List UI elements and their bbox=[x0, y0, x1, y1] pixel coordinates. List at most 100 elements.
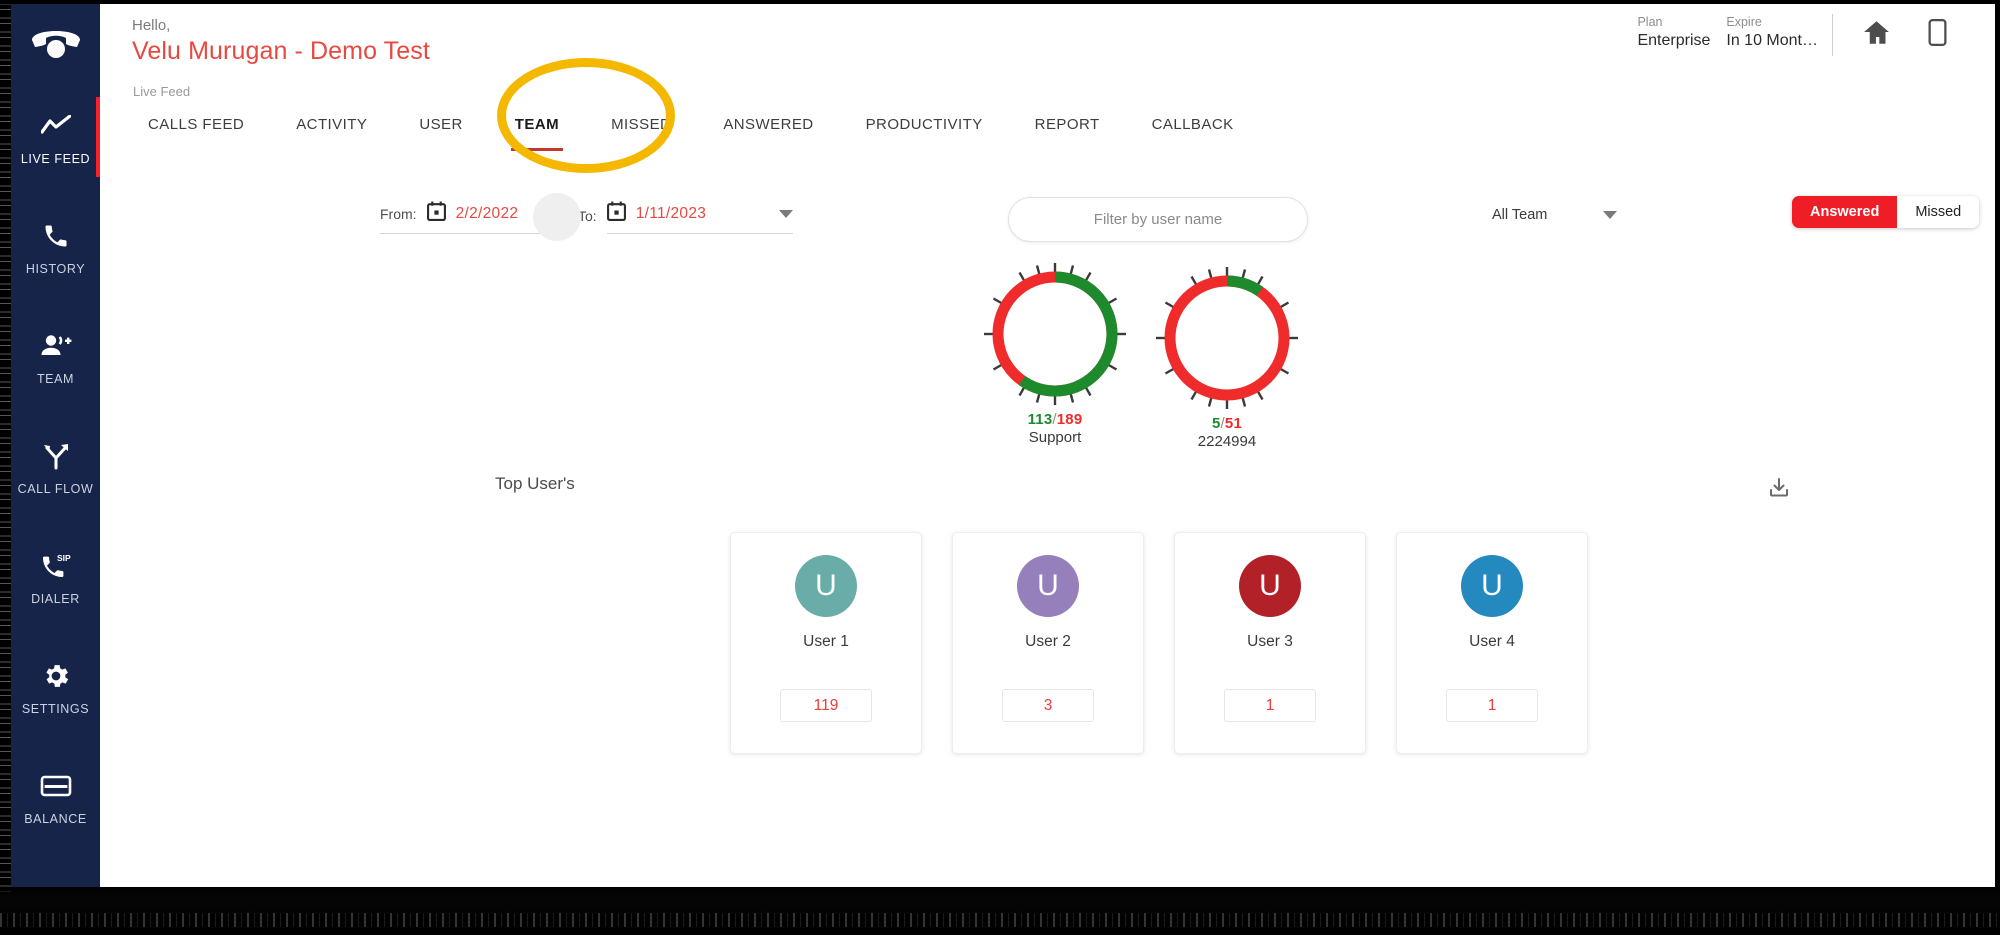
user-name: User 2 bbox=[1025, 633, 1071, 650]
user-call-count: 1 bbox=[1224, 689, 1316, 722]
avatar: U bbox=[1461, 555, 1523, 617]
chevron-down-icon[interactable] bbox=[1603, 211, 1618, 219]
user-name: User 4 bbox=[1469, 633, 1515, 650]
team-select-value: All Team bbox=[1492, 207, 1548, 223]
user-card[interactable]: U User 3 1 bbox=[1174, 532, 1366, 754]
user-name: User 1 bbox=[803, 633, 849, 650]
top-users-card-list: U User 1 119 U User 2 3 U User 3 1 U Use… bbox=[730, 532, 1588, 754]
sidebar-item-settings[interactable]: SETTINGS bbox=[11, 643, 100, 731]
screenshot-border-left bbox=[0, 0, 11, 935]
line-chart-icon bbox=[40, 109, 71, 143]
donut-title: Support bbox=[1028, 429, 1082, 446]
from-label: From: bbox=[380, 205, 417, 222]
add-people-icon bbox=[40, 329, 72, 363]
user-card[interactable]: U User 2 3 bbox=[952, 532, 1144, 754]
home-icon[interactable] bbox=[1863, 20, 1890, 50]
sidebar-item-label: DIALER bbox=[31, 591, 80, 606]
sidebar-item-call-flow[interactable]: CALL FLOW bbox=[11, 423, 100, 511]
tab-missed[interactable]: MISSED bbox=[585, 108, 697, 143]
donut-chart-group: 113/189 Support 5/51 2224994 bbox=[100, 259, 1995, 459]
avatar: U bbox=[1017, 555, 1079, 617]
sidebar-item-history[interactable]: HISTORY bbox=[11, 203, 100, 291]
user-card[interactable]: U User 1 119 bbox=[730, 532, 922, 754]
sidebar-item-label: LIVE FEED bbox=[20, 151, 91, 166]
sidebar-item-team[interactable]: TEAM bbox=[11, 313, 100, 401]
donut-ring bbox=[980, 259, 1130, 409]
page-title: Velu Murugan - Demo Test bbox=[132, 37, 430, 65]
sidebar-item-label: HISTORY bbox=[25, 261, 86, 276]
sidebar-item-balance[interactable]: BALANCE bbox=[11, 753, 100, 841]
search-input[interactable] bbox=[1009, 211, 1307, 228]
user-call-count: 3 bbox=[1002, 689, 1094, 722]
donut-value-label: 5/51 bbox=[1211, 415, 1242, 432]
tab-calls-feed[interactable]: CALLS FEED bbox=[122, 108, 270, 143]
user-card[interactable]: U User 4 1 bbox=[1396, 532, 1588, 754]
screenshot-border-bottom bbox=[0, 887, 2000, 935]
download-icon[interactable] bbox=[1767, 476, 1791, 505]
calendar-icon[interactable] bbox=[426, 201, 446, 226]
user-filter-box[interactable] bbox=[1008, 197, 1308, 242]
tab-report[interactable]: REPORT bbox=[1009, 108, 1126, 143]
screenshot-border-right bbox=[1995, 0, 2000, 935]
donut-chart-2224994[interactable]: 5/51 2224994 bbox=[1152, 263, 1302, 450]
sidebar-item-label: BALANCE bbox=[24, 811, 87, 826]
missed-toggle-button[interactable]: Missed bbox=[1897, 196, 1980, 228]
main-content: Hello, Velu Murugan - Demo Test Plan Ent… bbox=[100, 4, 1995, 887]
breadcrumb: Live Feed bbox=[133, 84, 191, 99]
to-date-field[interactable]: 1/11/2023 bbox=[606, 197, 793, 234]
user-name: User 3 bbox=[1247, 633, 1293, 650]
plan-label: Plan bbox=[1637, 15, 1663, 29]
tab-callback[interactable]: CALLBACK bbox=[1126, 108, 1260, 143]
tab-productivity[interactable]: PRODUCTIVITY bbox=[840, 108, 1009, 143]
date-picker-ripple bbox=[533, 193, 581, 241]
avatar: U bbox=[795, 555, 857, 617]
sidebar: LIVE FEED HISTORY TEAM CALL FLOW SIP DIA… bbox=[11, 4, 101, 887]
header-right: Plan Enterprise Expire In 10 Mont… bbox=[1637, 14, 1947, 56]
phone-hangup-logo-icon bbox=[28, 20, 84, 67]
chevron-down-icon[interactable] bbox=[778, 209, 793, 218]
top-users-title: Top User's bbox=[495, 474, 575, 493]
svg-text:SIP: SIP bbox=[57, 553, 71, 563]
tab-bar: CALLS FEED ACTIVITY USER TEAM MISSED ANS… bbox=[122, 108, 1260, 151]
tab-answered[interactable]: ANSWERED bbox=[697, 108, 839, 143]
donut-chart-support[interactable]: 113/189 Support bbox=[980, 259, 1130, 446]
tab-user[interactable]: USER bbox=[393, 108, 488, 143]
answered-count: 5 bbox=[1211, 415, 1221, 432]
sidebar-item-dialer[interactable]: SIP DIALER bbox=[11, 533, 100, 621]
credit-card-icon bbox=[40, 769, 72, 803]
sidebar-item-label: CALL FLOW bbox=[17, 481, 94, 496]
answered-toggle-button[interactable]: Answered bbox=[1792, 196, 1898, 228]
hello-label: Hello, bbox=[132, 17, 171, 34]
donut-value-label: 113/189 bbox=[1027, 411, 1083, 428]
expire-label: Expire bbox=[1726, 15, 1762, 29]
plan-column: Plan Enterprise bbox=[1637, 14, 1710, 56]
user-call-count: 119 bbox=[780, 689, 872, 722]
answered-count: 113 bbox=[1027, 411, 1053, 428]
sidebar-item-label: SETTINGS bbox=[21, 701, 90, 716]
sidebar-item-label: TEAM bbox=[36, 371, 75, 386]
avatar: U bbox=[1239, 555, 1301, 617]
donut-title: 2224994 bbox=[1197, 433, 1257, 450]
tab-activity[interactable]: ACTIVITY bbox=[270, 108, 393, 143]
sidebar-item-live-feed[interactable]: LIVE FEED bbox=[11, 93, 101, 181]
gear-icon bbox=[41, 659, 71, 693]
tab-team[interactable]: TEAM bbox=[489, 108, 585, 151]
calendar-icon[interactable] bbox=[606, 201, 626, 226]
plan-info: Plan Enterprise Expire In 10 Mont… bbox=[1637, 14, 1833, 56]
header-icon-group bbox=[1833, 14, 1947, 56]
team-select[interactable]: All Team bbox=[1492, 207, 1618, 223]
expire-column: Expire In 10 Mont… bbox=[1726, 14, 1818, 56]
call-status-toggle: Answered Missed bbox=[1792, 196, 1980, 228]
plan-value: Enterprise bbox=[1637, 32, 1711, 49]
from-date-value: 2/2/2022 bbox=[455, 204, 519, 222]
total-count: 51 bbox=[1224, 415, 1242, 432]
expire-value: In 10 Mont… bbox=[1726, 32, 1818, 49]
screenshot-root: LIVE FEED HISTORY TEAM CALL FLOW SIP DIA… bbox=[0, 0, 2000, 935]
mobile-icon[interactable] bbox=[1928, 19, 1947, 51]
donut-ring bbox=[1152, 263, 1302, 413]
date-range-group: From: 2/2/2022 To: 1/11/2023 bbox=[380, 193, 793, 241]
to-date-value: 1/11/2023 bbox=[635, 204, 707, 222]
to-date-group: To: 1/11/2023 bbox=[578, 197, 793, 234]
app-window: LIVE FEED HISTORY TEAM CALL FLOW SIP DIA… bbox=[11, 4, 1995, 887]
phone-icon bbox=[42, 219, 70, 253]
